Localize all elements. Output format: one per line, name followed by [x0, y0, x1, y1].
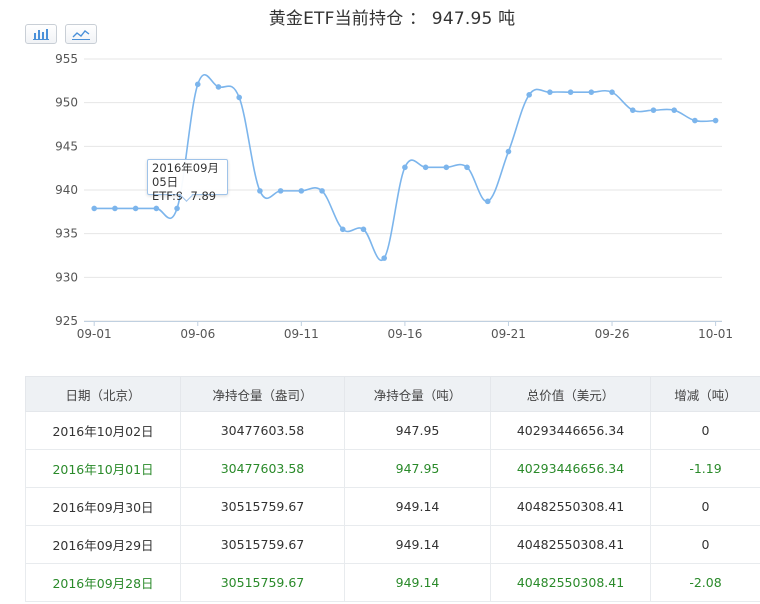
cell-ounces: 30515759.67 [180, 525, 345, 564]
cell-ounces: 30477603.58 [180, 449, 345, 488]
data-point [91, 205, 97, 212]
data-point [526, 92, 532, 98]
x-tick-label: 09-21 [491, 327, 526, 341]
cell-ounces: 30477603.58 [180, 411, 345, 450]
column-header-ounces: 净持仓量（盎司） [180, 376, 345, 412]
data-point [402, 164, 408, 171]
cell-ounces: 30515759.67 [180, 563, 345, 602]
data-point [629, 107, 636, 113]
column-header-change: 增减（吨） [650, 376, 760, 412]
bar-chart-icon [33, 29, 49, 40]
cell-total-value: 40482550308.41 [490, 487, 651, 526]
cell-tons: 949.14 [344, 525, 491, 564]
cell-date: 2016年09月30日 [25, 487, 181, 526]
cell-tons: 949.14 [344, 487, 491, 526]
data-point [277, 188, 284, 194]
cell-change: 0 [650, 525, 760, 564]
x-tick-label: 09-06 [180, 327, 215, 341]
x-tick-label: 09-11 [284, 327, 319, 341]
data-point [609, 89, 615, 95]
data-point [650, 107, 657, 113]
data-point [692, 117, 698, 124]
tooltip-value: ETF:937.89 [152, 189, 217, 203]
cell-tons: 949.14 [344, 563, 491, 602]
cell-total-value: 40482550308.41 [490, 525, 651, 564]
y-tick-label: 955 [55, 52, 78, 66]
data-point [153, 205, 160, 212]
cell-tons: 947.95 [344, 449, 491, 488]
data-point [319, 188, 325, 194]
data-point [215, 84, 222, 90]
cell-date: 2016年10月02日 [25, 411, 181, 450]
chart-title: 黄金ETF当前持仓 ： 947.95 吨 [268, 9, 516, 29]
cell-ounces: 30515759.67 [180, 487, 345, 526]
table-header-row: 日期（北京） 净持仓量（盎司） 净持仓量（吨） 总价值（美元） 增减（吨） [25, 376, 760, 412]
column-header-total-value: 总价值（美元） [490, 376, 651, 412]
y-tick-label: 935 [55, 227, 78, 241]
cell-total-value: 40293446656.34 [490, 449, 651, 488]
cell-change: 0 [650, 487, 760, 526]
cell-total-value: 40293446656.34 [490, 411, 651, 450]
data-point [360, 226, 367, 233]
cell-change: 0 [650, 411, 760, 450]
data-point [174, 205, 180, 212]
data-point [712, 117, 719, 124]
y-tick-label: 940 [55, 183, 78, 197]
y-tick-label: 950 [55, 96, 78, 110]
etf-holdings-table: 日期（北京） 净持仓量（盎司） 净持仓量（吨） 总价值（美元） 增减（吨） 20… [25, 376, 760, 602]
x-tick-label: 09-26 [595, 327, 630, 341]
data-point [671, 107, 677, 113]
table-row: 2016年09月29日 30515759.67 949.14 404825503… [25, 525, 760, 564]
data-point [112, 205, 118, 212]
chart-tooltip: 2016年09月05日 ETF:937.89 [147, 159, 228, 203]
data-point [132, 205, 139, 212]
data-point [339, 226, 346, 233]
x-tick-label: 09-01 [77, 327, 112, 341]
data-point [257, 188, 263, 194]
cell-change: -1.19 [650, 449, 760, 488]
cell-date: 2016年09月29日 [25, 525, 181, 564]
y-tick-label: 925 [55, 314, 78, 328]
data-point [298, 188, 305, 194]
data-point [464, 164, 470, 171]
table-row: 2016年10月02日 30477603.58 947.95 402934466… [25, 411, 760, 450]
table-row: 2016年09月30日 30515759.67 949.14 404825503… [25, 487, 760, 526]
cell-total-value: 40482550308.41 [490, 563, 651, 602]
cell-date: 2016年10月01日 [25, 449, 181, 488]
column-header-date: 日期（北京） [25, 376, 181, 412]
data-point [381, 255, 387, 261]
x-tick-label: 10-01 [698, 327, 733, 341]
column-header-tons: 净持仓量（吨） [344, 376, 491, 412]
tooltip-date: 2016年09月05日 [152, 161, 219, 189]
cell-date: 2016年09月28日 [25, 563, 181, 602]
x-tick-label: 09-16 [387, 327, 422, 341]
cell-tons: 947.95 [344, 411, 491, 450]
data-point [505, 148, 512, 155]
line-chart: 925 930 935 940 945 950 955 09-01 09-06 09-11 09-1… [55, 52, 733, 341]
table-row: 2016年09月28日 30515759.67 949.14 404825503… [25, 563, 760, 602]
cell-change: -2.08 [650, 563, 760, 602]
y-tick-label: 930 [55, 270, 78, 284]
data-point [484, 198, 491, 205]
data-point [567, 89, 574, 95]
line-chart-icon [72, 30, 90, 40]
data-point [588, 89, 595, 95]
table-row: 2016年10月01日 30477603.58 947.95 402934466… [25, 449, 760, 488]
y-tick-label: 945 [55, 139, 78, 153]
data-point [194, 81, 201, 88]
data-point [443, 164, 450, 171]
data-point [422, 164, 429, 171]
data-point [236, 94, 242, 101]
data-point [547, 89, 553, 95]
